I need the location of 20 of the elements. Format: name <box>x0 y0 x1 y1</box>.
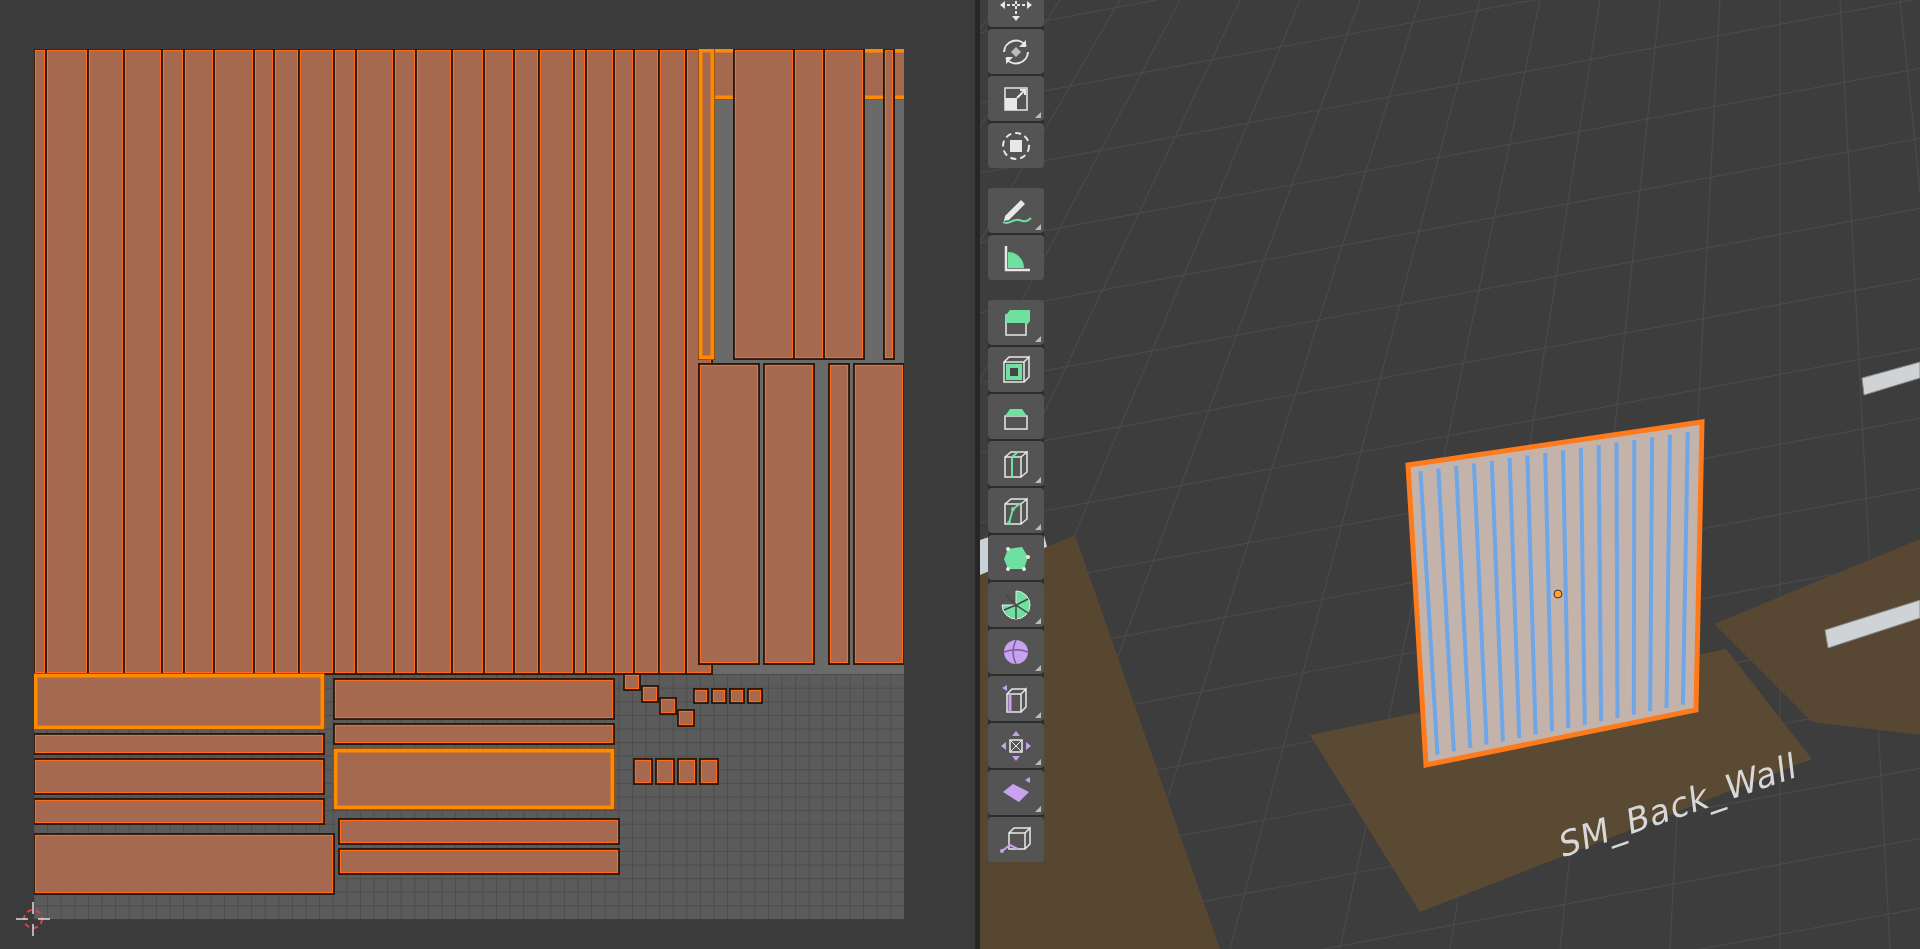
tool-button[interactable] <box>988 29 1044 74</box>
tool-button[interactable] <box>988 629 1044 674</box>
tool-button[interactable] <box>988 76 1044 121</box>
tool-button[interactable] <box>988 535 1044 580</box>
tool-button[interactable] <box>988 817 1044 862</box>
spin-icon <box>999 587 1033 622</box>
tool-button[interactable] <box>988 394 1044 439</box>
tool-button[interactable] <box>988 123 1044 168</box>
crosshair-cursor-icon <box>14 900 52 938</box>
tool-button[interactable] <box>988 347 1044 392</box>
tool-button[interactable] <box>988 235 1044 280</box>
tool-button[interactable] <box>988 582 1044 627</box>
tool-button[interactable] <box>988 723 1044 768</box>
tool-button[interactable] <box>988 770 1044 815</box>
tool-button[interactable] <box>988 441 1044 486</box>
beam-drawing <box>1861 361 1920 396</box>
tool-button[interactable] <box>988 676 1044 721</box>
tool-button[interactable] <box>988 488 1044 533</box>
tool-button[interactable] <box>988 188 1044 233</box>
tool-button[interactable] <box>988 300 1044 345</box>
